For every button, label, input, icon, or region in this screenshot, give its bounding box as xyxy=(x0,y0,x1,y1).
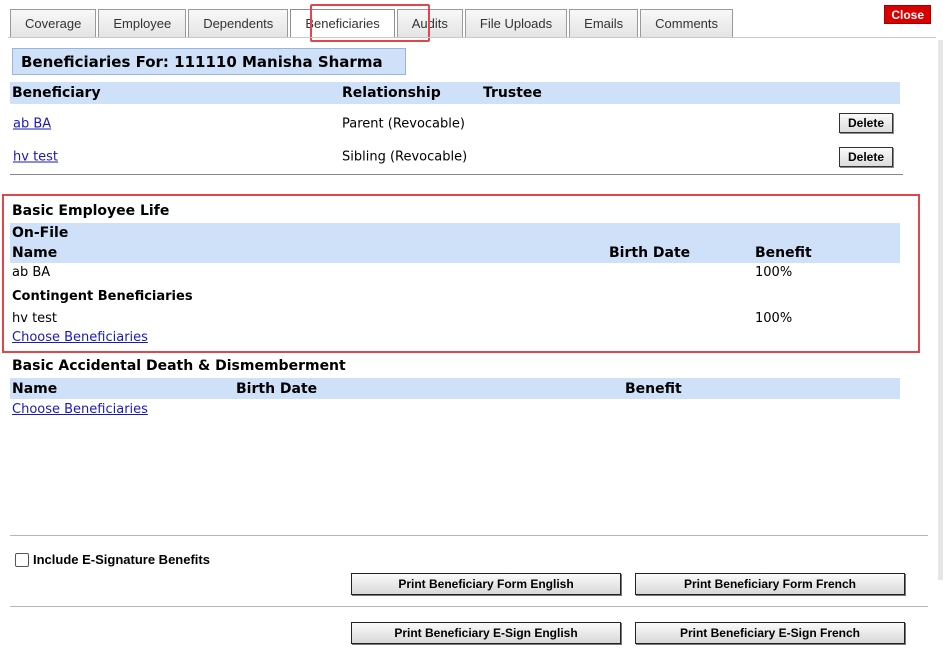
tab-emails[interactable]: Emails xyxy=(569,9,639,37)
column-header-benefit: Benefit xyxy=(625,380,682,397)
esign-checkbox[interactable] xyxy=(15,552,29,567)
tab-dependents[interactable]: Dependents xyxy=(188,9,289,37)
delete-button[interactable]: Delete xyxy=(839,113,894,133)
choose-beneficiaries-link[interactable]: Choose Beneficiaries xyxy=(12,402,148,417)
basic-life-title: Basic Employee Life xyxy=(12,203,170,219)
choose-beneficiaries-link[interactable]: Choose Beneficiaries xyxy=(12,330,148,345)
primary-beneficiary-name: ab BA xyxy=(12,265,51,280)
divider xyxy=(10,535,928,536)
tab-divider xyxy=(8,37,936,38)
relationship-value: Parent (Revocable) xyxy=(342,116,465,132)
column-header-relationship: Relationship xyxy=(342,85,441,101)
divider xyxy=(10,606,928,607)
tab-audits[interactable]: Audits xyxy=(396,9,463,37)
column-header-benefit: Benefit xyxy=(755,245,812,261)
contingent-beneficiary-benefit: 100% xyxy=(755,311,793,326)
table-divider xyxy=(10,174,903,175)
print-esign-english-button[interactable]: Print Beneficiary E-Sign English xyxy=(351,622,621,644)
on-file-label: On-File xyxy=(12,225,69,241)
print-esign-french-button[interactable]: Print Beneficiary E-Sign French xyxy=(635,622,905,644)
tab-coverage[interactable]: Coverage xyxy=(10,9,97,37)
tab-bar: Coverage Employee Dependents Beneficiari… xyxy=(10,9,735,37)
column-header-beneficiary: Beneficiary xyxy=(12,85,101,101)
table-row: ab BA Parent (Revocable) xyxy=(10,113,900,135)
beneficiary-table-header: Beneficiary Relationship Trustee xyxy=(10,82,900,104)
table-row: hv test Sibling (Revocable) xyxy=(10,146,900,168)
add-header: Name Birth Date Benefit xyxy=(10,378,900,399)
esign-checkbox-row[interactable]: Include E-Signature Benefits xyxy=(15,552,210,567)
primary-beneficiary-benefit: 100% xyxy=(755,265,793,280)
tab-file-uploads[interactable]: File Uploads xyxy=(464,9,568,37)
tab-employee[interactable]: Employee xyxy=(98,9,187,37)
esign-checkbox-label: Include E-Signature Benefits xyxy=(33,552,210,567)
page-title: Beneficiaries For: 111110 Manisha Sharma xyxy=(12,48,406,75)
basic-life-header: On-File Name Birth Date Benefit xyxy=(10,223,900,263)
column-header-birth-date: Birth Date xyxy=(609,245,691,261)
add-title: Basic Accidental Death & Dismemberment xyxy=(12,358,346,374)
delete-button[interactable]: Delete xyxy=(839,147,894,167)
beneficiary-link[interactable]: ab BA xyxy=(13,117,51,132)
tab-comments[interactable]: Comments xyxy=(640,9,734,37)
print-form-french-button[interactable]: Print Beneficiary Form French xyxy=(635,573,905,595)
print-form-english-button[interactable]: Print Beneficiary Form English xyxy=(351,573,621,595)
column-header-name: Name xyxy=(12,245,58,261)
contingent-beneficiary-name: hv test xyxy=(12,311,58,326)
scrollbar[interactable] xyxy=(938,40,943,580)
column-header-trustee: Trustee xyxy=(483,85,542,101)
contingent-title: Contingent Beneficiaries xyxy=(12,289,193,304)
column-header-birth-date: Birth Date xyxy=(236,380,318,397)
tab-beneficiaries[interactable]: Beneficiaries xyxy=(290,9,395,37)
beneficiary-link[interactable]: hv test xyxy=(13,150,58,165)
column-header-name: Name xyxy=(12,380,58,397)
relationship-value: Sibling (Revocable) xyxy=(342,149,468,165)
close-button[interactable]: Close xyxy=(884,5,931,24)
